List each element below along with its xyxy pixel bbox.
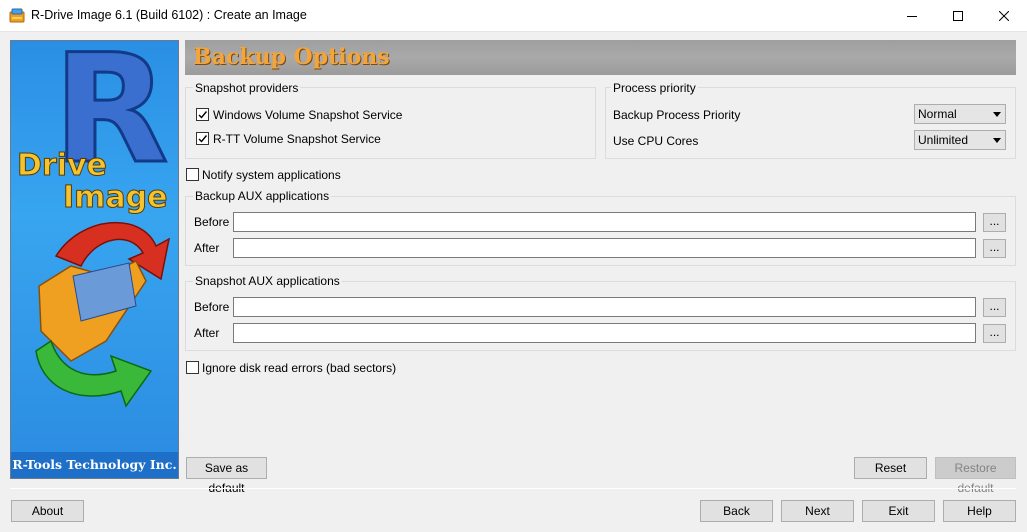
backup-before-label: Before (194, 215, 230, 229)
footer-divider (10, 488, 1016, 489)
app-icon (9, 8, 25, 23)
backup-priority-value: Normal (918, 107, 957, 121)
checkmark-icon (198, 135, 208, 143)
section-header: Backup Options (185, 40, 1016, 75)
back-button[interactable]: Back (700, 500, 773, 522)
help-button[interactable]: Help (943, 500, 1016, 522)
backup-after-input[interactable] (233, 238, 976, 258)
windows-vss-checkbox[interactable] (196, 108, 209, 121)
backup-after-browse-button[interactable]: ... (983, 239, 1006, 258)
rtt-vss-checkbox[interactable] (196, 132, 209, 145)
cpu-cores-label: Use CPU Cores (613, 134, 699, 148)
backup-before-browse-button[interactable]: ... (983, 213, 1006, 232)
backup-aux-title: Backup AUX applications (193, 189, 332, 203)
snapshot-before-browse-button[interactable]: ... (983, 298, 1006, 317)
maximize-button[interactable] (935, 0, 981, 32)
backup-before-input[interactable] (233, 212, 976, 232)
window-title: R-Drive Image 6.1 (Build 6102) : Create … (31, 8, 307, 22)
notify-apps-checkbox[interactable] (186, 168, 199, 181)
r-drive-logo: R Drive Image (17, 41, 171, 408)
exit-button[interactable]: Exit (862, 500, 935, 522)
chevron-down-icon (993, 112, 1001, 117)
snapshot-before-input[interactable] (233, 297, 976, 317)
reset-button[interactable]: Reset (854, 457, 927, 479)
next-button[interactable]: Next (781, 500, 854, 522)
close-button[interactable] (981, 0, 1027, 32)
minimize-button[interactable] (889, 0, 935, 32)
product-banner: R Drive Image R-Tools Technology Inc. (10, 40, 179, 479)
maximize-icon (953, 11, 963, 21)
company-name: R-Tools Technology Inc. (11, 452, 178, 478)
snapshot-providers-group (185, 87, 596, 159)
rtt-vss-label: R-TT Volume Snapshot Service (213, 132, 381, 146)
about-button[interactable]: About (11, 500, 84, 522)
snapshot-before-label: Before (194, 300, 230, 314)
green-arrow-graphic (35, 339, 153, 408)
cpu-cores-value: Unlimited (918, 133, 969, 147)
snapshot-after-label: After (194, 326, 220, 340)
restore-default-button[interactable]: Restore default (935, 457, 1016, 495)
logo-drive-text: Drive (17, 148, 107, 183)
snapshot-aux-title: Snapshot AUX applications (193, 274, 342, 288)
snapshot-providers-title: Snapshot providers (193, 81, 301, 95)
snapshot-after-input[interactable] (233, 323, 976, 343)
title-bar: R-Drive Image 6.1 (Build 6102) : Create … (0, 0, 1027, 32)
logo-image-text: Image (63, 180, 168, 215)
ignore-errors-checkbox[interactable] (186, 361, 199, 374)
backup-priority-label: Backup Process Priority (613, 108, 741, 122)
chevron-down-icon (993, 138, 1001, 143)
snapshot-after-browse-button[interactable]: ... (983, 324, 1006, 343)
page-title: Backup Options (193, 44, 390, 70)
ignore-errors-label: Ignore disk read errors (bad sectors) (202, 361, 397, 375)
backup-after-label: After (194, 241, 220, 255)
save-as-default-button[interactable]: Save as default (186, 457, 267, 495)
backup-priority-select[interactable]: Normal (914, 104, 1006, 124)
close-icon (999, 11, 1009, 21)
windows-vss-label: Windows Volume Snapshot Service (213, 108, 403, 122)
notify-apps-label: Notify system applications (202, 168, 341, 182)
minimize-icon (907, 16, 917, 17)
process-priority-title: Process priority (611, 81, 698, 95)
cpu-cores-select[interactable]: Unlimited (914, 130, 1006, 150)
checkmark-icon (198, 111, 208, 119)
